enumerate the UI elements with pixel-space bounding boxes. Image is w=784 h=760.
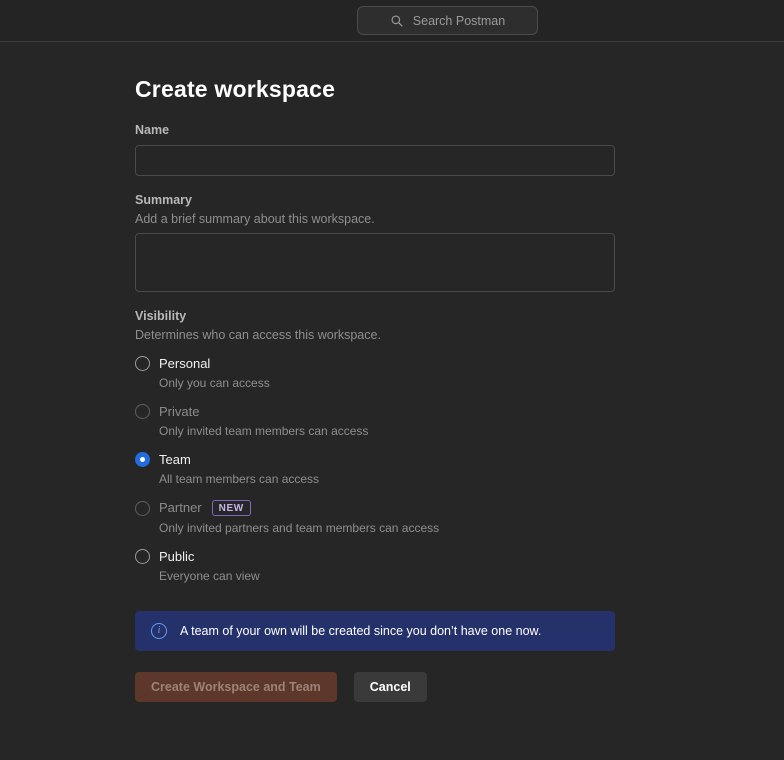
option-label: Personal [159,355,210,372]
visibility-option-partner: Partner NEW Only invited partners and tea… [135,499,615,536]
summary-textarea[interactable] [135,233,615,292]
name-field-group: Name [135,122,615,176]
radio-unselected-icon[interactable] [135,356,150,371]
top-bar: Search Postman [0,0,784,42]
visibility-description: Determines who can access this workspace… [135,327,615,343]
name-label: Name [135,122,615,138]
radio-disabled-icon [135,404,150,419]
name-input[interactable] [135,145,615,176]
visibility-field-group: Visibility Determines who can access thi… [135,308,615,584]
team-info-banner: i A team of your own will be created sin… [135,611,615,651]
summary-field-group: Summary Add a brief summary about this w… [135,192,615,292]
new-badge: NEW [212,500,251,516]
search-icon [390,14,404,28]
info-icon: i [151,623,167,639]
visibility-option-public[interactable]: Public Everyone can view [135,548,615,584]
option-description: Everyone can view [159,569,615,584]
option-label: Partner [159,500,202,515]
option-label: Public [159,548,194,565]
action-buttons: Create Workspace and Team Cancel [135,672,615,702]
visibility-options: Personal Only you can access Private Onl… [135,355,615,584]
summary-description: Add a brief summary about this workspace… [135,211,615,227]
create-workspace-and-team-button[interactable]: Create Workspace and Team [135,672,337,702]
radio-selected-icon[interactable] [135,452,150,467]
create-workspace-form: Create workspace Name Summary Add a brie… [135,76,615,702]
option-label: Private [159,403,199,420]
option-description: All team members can access [159,472,615,487]
search-input[interactable]: Search Postman [357,6,538,35]
option-label: Team [159,451,191,468]
option-description: Only invited team members can access [159,424,615,439]
visibility-option-private: Private Only invited team members can ac… [135,403,615,439]
search-placeholder: Search Postman [413,14,505,28]
visibility-option-personal[interactable]: Personal Only you can access [135,355,615,391]
banner-text: A team of your own will be created since… [180,623,541,639]
visibility-option-team[interactable]: Team All team members can access [135,451,615,487]
cancel-button[interactable]: Cancel [354,672,427,702]
summary-label: Summary [135,192,615,208]
option-description: Only you can access [159,376,615,391]
visibility-label: Visibility [135,308,615,324]
option-description: Only invited partners and team members c… [159,521,615,536]
page-title: Create workspace [135,76,615,103]
radio-unselected-icon[interactable] [135,549,150,564]
radio-disabled-icon [135,501,150,516]
